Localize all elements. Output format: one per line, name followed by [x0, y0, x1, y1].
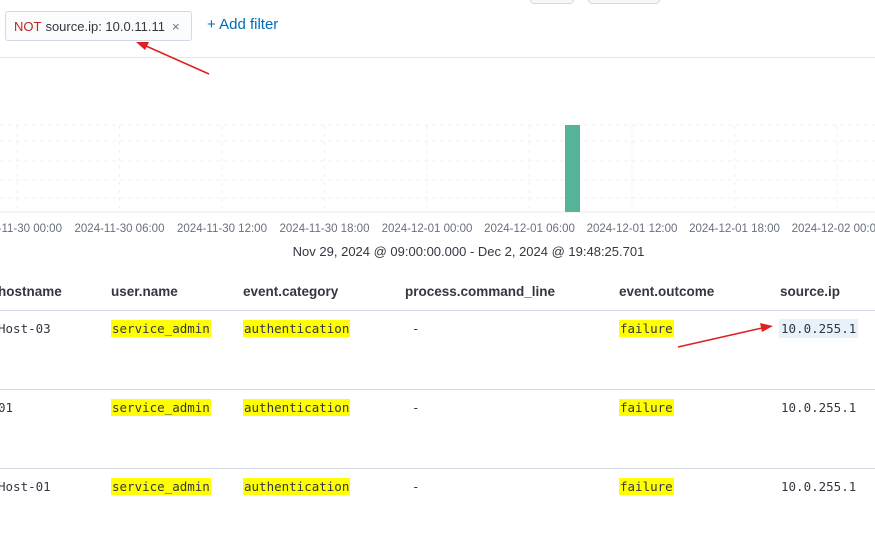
- column-header-event-category[interactable]: event.category: [243, 284, 338, 299]
- cell-user-name: service_admin: [111, 399, 211, 416]
- x-tick-label: 2024-11-30 06:00: [75, 223, 165, 235]
- add-filter-button[interactable]: + Add filter: [207, 16, 278, 33]
- cell-event-category: authentication: [243, 320, 351, 337]
- table-row[interactable]: 01 service_admin authentication - failur…: [0, 389, 875, 469]
- cell-user-name: service_admin: [111, 320, 211, 337]
- column-header-process-command-line[interactable]: process.command_line: [405, 284, 555, 299]
- top-tab-edge: [530, 0, 574, 4]
- histogram-bar[interactable]: [565, 125, 580, 212]
- column-header-source-ip[interactable]: source.ip: [780, 284, 840, 299]
- x-tick-label: 2024-12-01 06:00: [484, 223, 575, 235]
- filter-negation: NOT: [14, 18, 42, 34]
- cell-event-outcome: failure: [619, 320, 674, 337]
- top-tab-edge: [588, 0, 660, 4]
- x-tick-label: 2024-11-30 12:00: [177, 223, 267, 235]
- cell-process-command-line: -: [412, 479, 420, 494]
- table-row[interactable]: Host-01 service_admin authentication - f…: [0, 468, 875, 548]
- cell-process-command-line: -: [412, 321, 420, 336]
- close-icon[interactable]: ×: [172, 19, 180, 34]
- x-tick-label: 2024-12-01 18:00: [689, 223, 780, 235]
- cell-event-outcome: failure: [619, 399, 674, 416]
- column-header-event-outcome[interactable]: event.outcome: [619, 284, 714, 299]
- cell-process-command-line: -: [412, 400, 420, 415]
- table-row[interactable]: Host-03 service_admin authentication - f…: [0, 310, 875, 390]
- column-header-hostname[interactable]: hostname: [0, 284, 62, 299]
- filter-bar: NOT source.ip: 10.0.11.11 × + Add filter: [0, 0, 875, 58]
- cell-hostname: Host-01: [0, 479, 51, 494]
- column-header-user-name[interactable]: user.name: [111, 284, 178, 299]
- filter-label: source.ip: 10.0.11.11: [45, 18, 165, 34]
- x-tick-label: 2024-12-02 00:00: [792, 223, 875, 235]
- cell-event-category: authentication: [243, 399, 351, 416]
- x-tick-label: 2024-12-01 12:00: [587, 223, 678, 235]
- histogram-chart: 2024-11-30 00:00 2024-11-30 06:00 2024-11-…: [0, 124, 875, 235]
- cell-source-ip[interactable]: 10.0.255.1: [781, 479, 856, 494]
- x-tick-label: 2024-12-01 00:00: [382, 223, 473, 235]
- cell-source-ip[interactable]: 10.0.255.1: [781, 400, 856, 415]
- x-tick-label: 2024-11-30 18:00: [280, 223, 370, 235]
- cell-user-name: service_admin: [111, 478, 211, 495]
- histogram-x-ticks: 2024-11-30 00:00 2024-11-30 06:00 2024-11-…: [0, 223, 875, 235]
- cell-event-outcome: failure: [619, 478, 674, 495]
- cell-hostname: Host-03: [0, 321, 51, 336]
- cell-source-ip[interactable]: 10.0.255.1: [779, 319, 859, 338]
- cell-hostname: 01: [0, 400, 14, 415]
- table-header: hostname user.name event.category proces…: [0, 270, 875, 310]
- filter-pill[interactable]: NOT source.ip: 10.0.11.11 ×: [5, 11, 192, 41]
- x-tick-label: 2024-11-30 00:00: [0, 223, 62, 235]
- time-range-label: Nov 29, 2024 @ 09:00:00.000 - Dec 2, 202…: [292, 244, 645, 259]
- cell-event-category: authentication: [243, 478, 351, 495]
- histogram-gridlines: [0, 124, 875, 213]
